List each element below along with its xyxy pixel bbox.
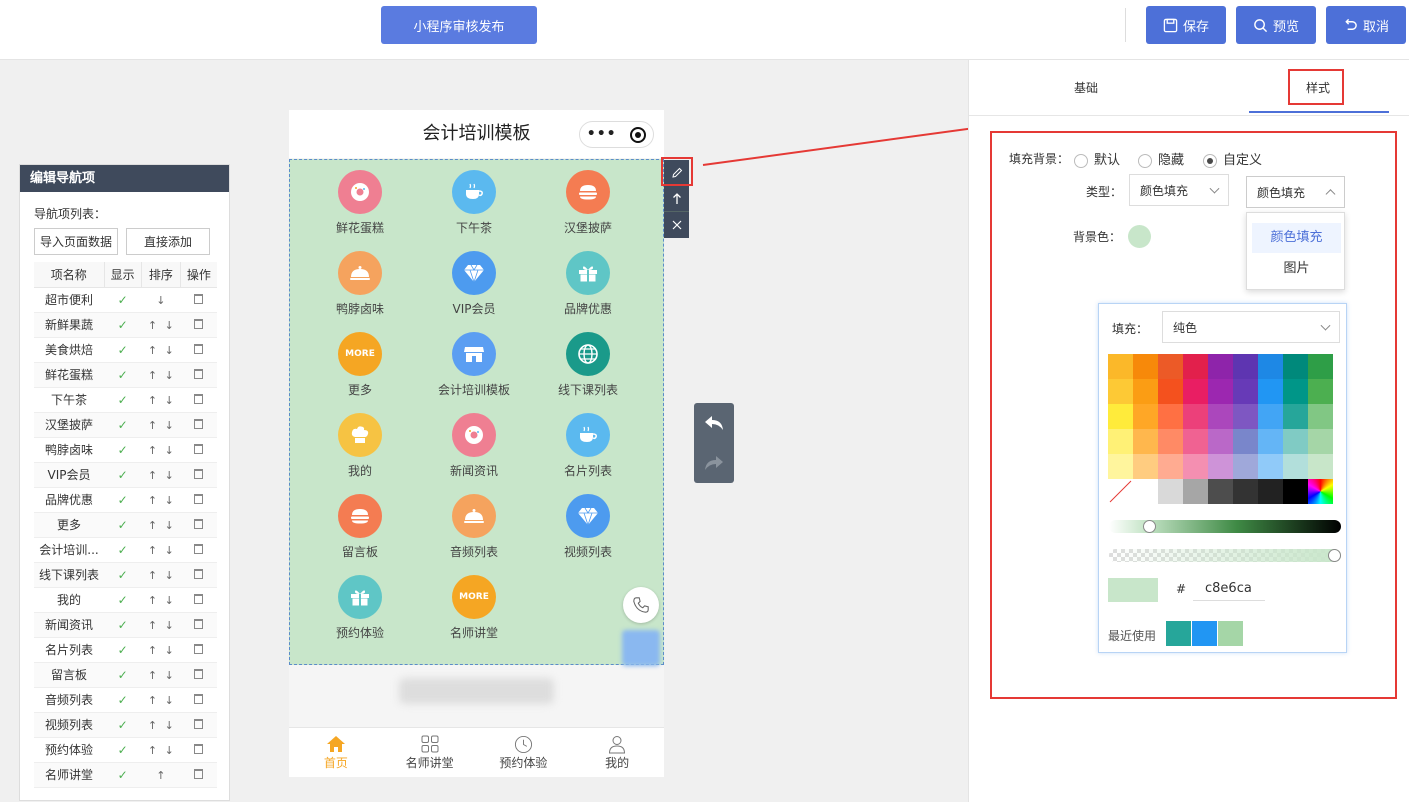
color-swatch[interactable] xyxy=(1133,354,1158,379)
lightness-knob[interactable] xyxy=(1143,520,1156,533)
color-swatch[interactable] xyxy=(1258,454,1283,479)
fill-type-select[interactable]: 纯色 xyxy=(1162,311,1340,343)
type-select-open[interactable]: 颜色填充 xyxy=(1246,176,1345,208)
color-swatch[interactable] xyxy=(1233,429,1258,454)
color-swatch[interactable] xyxy=(1108,354,1133,379)
hash-symbol: # xyxy=(1176,582,1187,596)
color-swatch[interactable] xyxy=(1208,429,1233,454)
radio-hide-label: 隐藏 xyxy=(1158,153,1185,168)
color-swatch[interactable] xyxy=(1308,454,1333,479)
current-color-preview xyxy=(1108,578,1158,602)
color-swatch[interactable] xyxy=(1258,479,1283,504)
color-swatch[interactable] xyxy=(1133,429,1158,454)
color-swatch[interactable] xyxy=(1158,379,1183,404)
radio-default-label: 默认 xyxy=(1094,153,1121,168)
color-swatch[interactable] xyxy=(1183,479,1208,504)
color-swatch[interactable] xyxy=(1258,379,1283,404)
color-swatch[interactable] xyxy=(1108,429,1133,454)
color-swatch[interactable] xyxy=(1308,404,1333,429)
color-swatch[interactable] xyxy=(1158,454,1183,479)
recent-colors-label: 最近使用 xyxy=(1108,629,1157,643)
color-swatch[interactable] xyxy=(1158,404,1183,429)
color-swatch[interactable] xyxy=(1258,354,1283,379)
color-swatch[interactable] xyxy=(1233,379,1258,404)
radio-custom-circle[interactable] xyxy=(1203,153,1217,168)
bg-color-swatch[interactable] xyxy=(1128,225,1151,248)
color-swatch[interactable] xyxy=(1308,379,1333,404)
color-swatch[interactable] xyxy=(1208,379,1233,404)
dropdown-option-image[interactable]: 图片 xyxy=(1252,254,1341,284)
custom-color-swatch[interactable] xyxy=(1308,479,1333,504)
color-swatch[interactable] xyxy=(1283,479,1308,504)
color-swatch[interactable] xyxy=(1183,354,1208,379)
color-swatch[interactable] xyxy=(1133,454,1158,479)
color-swatch[interactable] xyxy=(1158,354,1183,379)
radio-hide-circle[interactable] xyxy=(1138,153,1152,168)
type-label: 类型： xyxy=(1086,185,1123,199)
color-swatch[interactable] xyxy=(1233,479,1258,504)
type-dropdown-menu: 颜色填充 图片 xyxy=(1246,212,1345,290)
color-swatch[interactable] xyxy=(1208,354,1233,379)
opacity-knob[interactable] xyxy=(1328,549,1341,562)
color-swatch[interactable] xyxy=(1183,454,1208,479)
color-swatch[interactable] xyxy=(1208,454,1233,479)
color-swatch[interactable] xyxy=(1158,429,1183,454)
color-swatch[interactable] xyxy=(1233,354,1258,379)
color-swatch[interactable] xyxy=(1183,379,1208,404)
color-palette xyxy=(1108,354,1333,504)
color-swatch[interactable] xyxy=(1208,479,1233,504)
recent-color-swatch[interactable] xyxy=(1192,621,1217,646)
chevron-down-icon xyxy=(1209,183,1220,194)
fill-type-value: 纯色 xyxy=(1173,320,1198,335)
radio-default-circle[interactable] xyxy=(1074,153,1088,168)
color-swatch[interactable] xyxy=(1283,429,1308,454)
radio-default[interactable]: 默认 xyxy=(1074,149,1120,168)
color-swatch[interactable] xyxy=(1308,354,1333,379)
color-swatch[interactable] xyxy=(1258,429,1283,454)
bg-color-label: 背景色： xyxy=(1073,230,1122,244)
color-swatch[interactable] xyxy=(1108,404,1133,429)
color-swatch[interactable] xyxy=(1283,454,1308,479)
hex-input[interactable]: c8e6ca xyxy=(1193,577,1265,601)
type-select-value: 颜色填充 xyxy=(1140,183,1189,198)
fill-bg-label: 填充背景： xyxy=(1009,152,1070,166)
color-swatch[interactable] xyxy=(1208,404,1233,429)
lightness-slider[interactable] xyxy=(1109,520,1341,533)
no-color-swatch[interactable] xyxy=(1108,479,1133,504)
color-swatch[interactable] xyxy=(1233,454,1258,479)
color-swatch[interactable] xyxy=(1133,379,1158,404)
recent-color-swatch[interactable] xyxy=(1166,621,1191,646)
color-swatch[interactable] xyxy=(1283,379,1308,404)
color-swatch[interactable] xyxy=(1183,429,1208,454)
radio-custom[interactable]: 自定义 xyxy=(1203,149,1262,168)
opacity-slider[interactable] xyxy=(1109,549,1341,562)
color-swatch[interactable] xyxy=(1133,479,1158,504)
color-swatch[interactable] xyxy=(1283,404,1308,429)
color-swatch[interactable] xyxy=(1108,454,1133,479)
chevron-up-icon xyxy=(1325,189,1336,200)
color-swatch[interactable] xyxy=(1233,404,1258,429)
color-swatch[interactable] xyxy=(1108,379,1133,404)
radio-hide[interactable]: 隐藏 xyxy=(1138,149,1184,168)
recent-color-swatch[interactable] xyxy=(1218,621,1243,646)
dropdown-option-color[interactable]: 颜色填充 xyxy=(1252,223,1341,253)
tab-basic[interactable]: 基础 xyxy=(1074,60,1098,116)
type-select[interactable]: 颜色填充 xyxy=(1129,174,1229,206)
color-picker: 填充： 纯色 # c8e6ca 最近使用 xyxy=(1098,303,1347,653)
fill-label: 填充： xyxy=(1112,322,1149,336)
radio-custom-label: 自定义 xyxy=(1223,153,1263,168)
color-swatch[interactable] xyxy=(1158,479,1183,504)
color-swatch[interactable] xyxy=(1308,429,1333,454)
highlight-style-tab xyxy=(1288,69,1344,105)
chevron-down-icon xyxy=(1320,320,1331,331)
color-swatch[interactable] xyxy=(1183,404,1208,429)
color-swatch[interactable] xyxy=(1283,354,1308,379)
recent-colors xyxy=(1166,621,1244,646)
type-select-open-value: 颜色填充 xyxy=(1257,185,1306,200)
active-tab-indicator xyxy=(1249,111,1389,113)
color-swatch[interactable] xyxy=(1133,404,1158,429)
color-swatch[interactable] xyxy=(1258,404,1283,429)
